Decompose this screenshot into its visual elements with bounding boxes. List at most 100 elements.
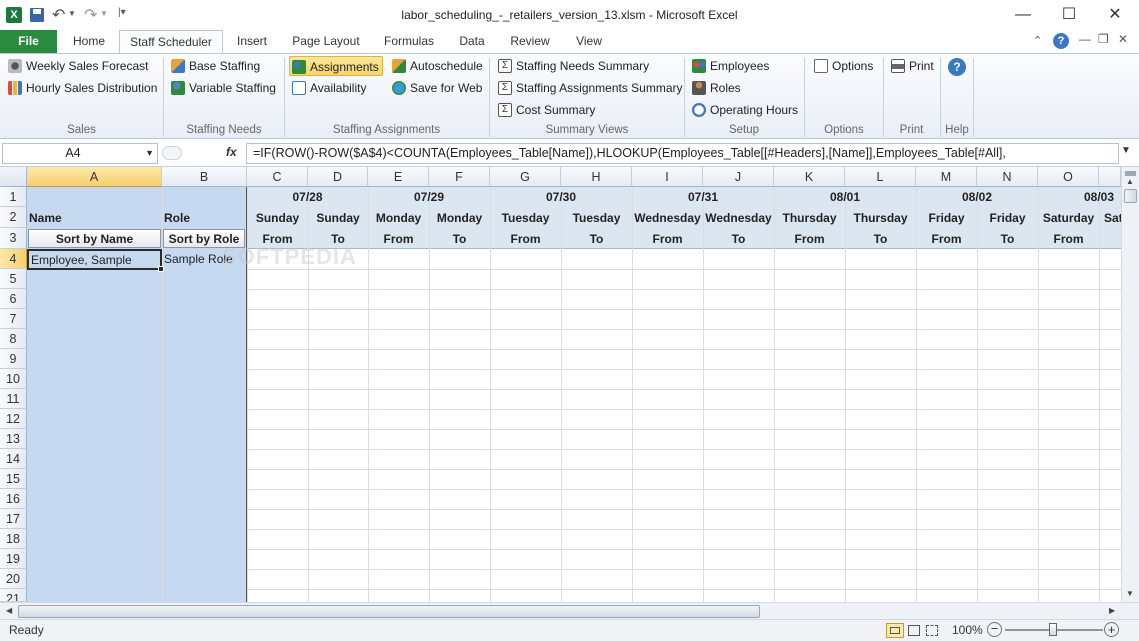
tab-view[interactable]: View <box>564 30 614 53</box>
page-layout-view-icon[interactable] <box>908 625 920 636</box>
workbook-close-icon[interactable]: ✕ <box>1118 32 1128 46</box>
row-header[interactable]: 5 <box>0 269 27 289</box>
name-box-dropdown-icon[interactable]: ▼ <box>145 148 154 158</box>
save-for-web-button[interactable]: Save for Web <box>390 78 482 98</box>
assignments-button[interactable]: Assignments <box>289 56 383 76</box>
row-header[interactable]: 13 <box>0 429 27 449</box>
column-header-n[interactable]: N <box>977 167 1038 187</box>
minimize-ribbon-icon[interactable]: ⌃ <box>1033 34 1042 47</box>
row-header[interactable]: 10 <box>0 369 27 389</box>
row-header[interactable]: 14 <box>0 449 27 469</box>
vertical-scroll-thumb[interactable] <box>1124 189 1137 203</box>
print-button[interactable]: Print <box>889 56 934 76</box>
zoom-in-icon[interactable]: + <box>1104 622 1119 637</box>
weekly-sales-forecast-button[interactable]: Weekly Sales Forecast <box>6 56 149 76</box>
cost-summary-button[interactable]: Σ Cost Summary <box>496 100 595 120</box>
row-header[interactable]: 21 <box>0 589 27 602</box>
row-header[interactable]: 9 <box>0 349 27 369</box>
scroll-down-icon[interactable]: ▼ <box>1126 589 1134 598</box>
tab-file[interactable]: File <box>0 30 57 53</box>
row-header[interactable]: 16 <box>0 489 27 509</box>
row-header[interactable]: 1 <box>0 187 27 207</box>
row-header[interactable]: 8 <box>0 329 27 349</box>
horizontal-scroll-thumb[interactable] <box>18 605 760 618</box>
zoom-out-icon[interactable]: − <box>987 622 1002 637</box>
row-header[interactable]: 11 <box>0 389 27 409</box>
formula-input[interactable]: =IF(ROW()-ROW($A$4)<COUNTA(Employees_Tab… <box>246 143 1119 164</box>
column-header-f[interactable]: F <box>429 167 490 187</box>
roles-button[interactable]: Roles <box>690 78 741 98</box>
row-header[interactable]: 4 <box>0 249 27 269</box>
column-header-p[interactable] <box>1099 167 1121 187</box>
day-header: Wednesday <box>705 211 772 225</box>
column-header-c[interactable]: C <box>247 167 308 187</box>
column-header-e[interactable]: E <box>368 167 429 187</box>
close-button[interactable]: ✕ <box>1092 0 1138 30</box>
column-header-j[interactable]: J <box>703 167 774 187</box>
row-header[interactable]: 18 <box>0 529 27 549</box>
tab-home[interactable]: Home <box>60 30 118 53</box>
row-header[interactable]: 20 <box>0 569 27 589</box>
expand-formula-bar-icon[interactable]: ▼ <box>1121 145 1131 156</box>
row-header[interactable]: 15 <box>0 469 27 489</box>
column-header-k[interactable]: K <box>774 167 845 187</box>
column-header-a[interactable]: A <box>27 167 162 187</box>
zoom-slider-thumb[interactable] <box>1049 623 1057 636</box>
help-button[interactable]: ? <box>948 58 966 76</box>
tab-formulas[interactable]: Formulas <box>372 30 446 53</box>
bar-chart-icon <box>8 81 22 95</box>
staffing-needs-summary-button[interactable]: Σ Staffing Needs Summary <box>496 56 649 76</box>
column-header-h[interactable]: H <box>561 167 632 187</box>
row-header[interactable]: 7 <box>0 309 27 329</box>
column-header-o[interactable]: O <box>1038 167 1099 187</box>
column-header-g[interactable]: G <box>490 167 561 187</box>
tab-insert[interactable]: Insert <box>226 30 278 53</box>
options-icon <box>814 59 828 73</box>
workbook-restore-icon[interactable]: ❐ <box>1098 32 1109 46</box>
column-header-i[interactable]: I <box>632 167 703 187</box>
operating-hours-button[interactable]: Operating Hours <box>690 100 798 120</box>
column-header-d[interactable]: D <box>308 167 368 187</box>
name-box[interactable]: A4 ▼ <box>2 143 158 164</box>
variable-staffing-button[interactable]: Variable Staffing <box>169 78 276 98</box>
column-header-b[interactable]: B <box>162 167 247 187</box>
insert-function-icon[interactable]: fx <box>226 145 237 159</box>
split-handle[interactable] <box>1125 171 1136 176</box>
options-button[interactable]: Options <box>812 56 873 76</box>
sort-by-name-button[interactable]: Sort by Name <box>28 229 161 248</box>
column-header-l[interactable]: L <box>845 167 916 187</box>
workbook-minimize-icon[interactable]: — <box>1079 32 1091 46</box>
worksheet-grid[interactable]: A B C D E F G H I J K L M N O 1 2 3 4 5 … <box>0 167 1121 602</box>
tab-data[interactable]: Data <box>448 30 496 53</box>
availability-button[interactable]: Availability <box>290 78 366 98</box>
tab-page-layout[interactable]: Page Layout <box>283 30 369 53</box>
column-header-m[interactable]: M <box>916 167 977 187</box>
hourly-sales-distribution-button[interactable]: Hourly Sales Distribution <box>6 78 157 98</box>
select-all-corner[interactable] <box>0 167 27 187</box>
normal-view-icon[interactable] <box>886 623 904 638</box>
scroll-left-icon[interactable]: ◀ <box>6 606 12 615</box>
row-header[interactable]: 6 <box>0 289 27 309</box>
employees-button[interactable]: Employees <box>690 56 769 76</box>
tab-review[interactable]: Review <box>498 30 562 53</box>
row-header[interactable]: 19 <box>0 549 27 569</box>
maximize-button[interactable]: ☐ <box>1046 0 1092 30</box>
formula-bar-resize-handle[interactable] <box>162 146 182 160</box>
row-header[interactable]: 17 <box>0 509 27 529</box>
autoschedule-button[interactable]: Autoschedule <box>390 56 483 76</box>
vertical-scrollbar[interactable]: ▲ ▼ <box>1121 167 1139 602</box>
scroll-right-icon[interactable]: ▶ <box>1109 606 1115 615</box>
row-header[interactable]: 2 <box>0 207 27 228</box>
help-icon[interactable]: ? <box>1053 33 1069 49</box>
date-header: 07/31 <box>687 190 719 204</box>
staffing-assignments-summary-button[interactable]: Σ Staffing Assignments Summary <box>496 78 683 98</box>
base-staffing-button[interactable]: Base Staffing <box>169 56 260 76</box>
employee-name-cell[interactable]: Employee, Sample <box>27 249 162 270</box>
zoom-level[interactable]: 100% <box>952 623 983 637</box>
tab-staff-scheduler[interactable]: Staff Scheduler <box>119 30 223 54</box>
minimize-button[interactable]: — <box>1000 0 1046 30</box>
scroll-up-icon[interactable]: ▲ <box>1126 177 1134 186</box>
page-break-view-icon[interactable] <box>926 625 938 636</box>
row-header[interactable]: 3 <box>0 228 27 249</box>
row-header[interactable]: 12 <box>0 409 27 429</box>
